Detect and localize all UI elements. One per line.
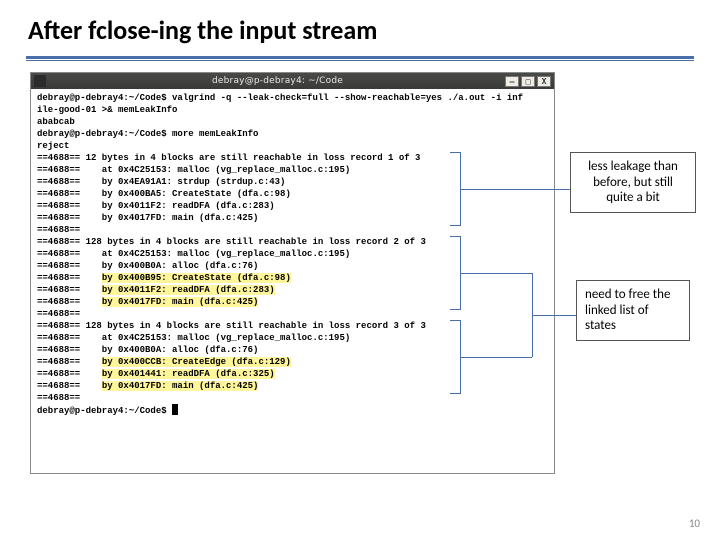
maximize-button[interactable]: □ bbox=[521, 76, 535, 87]
connector-mid bbox=[472, 273, 532, 274]
callout-top: less leakage than before, but still quit… bbox=[570, 152, 696, 213]
term-line: ==4688== 128 bytes in 4 blocks are still… bbox=[37, 237, 426, 247]
connector-bot bbox=[472, 357, 532, 358]
connector-top bbox=[472, 189, 570, 190]
term-line-highlight: by 0x4017FD: main (dfa.c:425) bbox=[102, 381, 259, 391]
connector-merge-horz bbox=[532, 315, 576, 316]
term-line: debray@p-debray4:~/Code$ bbox=[37, 406, 172, 416]
slide: After fclose-ing the input stream debray… bbox=[0, 0, 720, 540]
terminal-app-icon bbox=[34, 75, 46, 87]
term-line-highlight: by 0x4011F2: readDFA (dfa.c:283) bbox=[102, 285, 275, 295]
term-line-highlight: by 0x400B95: CreateState (dfa.c:98) bbox=[102, 273, 291, 283]
term-line: ==4688== bbox=[37, 309, 80, 319]
term-line: ==4688== bbox=[37, 393, 80, 403]
slide-number: 10 bbox=[689, 517, 700, 530]
term-line: ==4688== bbox=[37, 225, 80, 235]
term-line: ==4688== by 0x400B0A: alloc (dfa.c:76) bbox=[37, 261, 258, 271]
slide-title: After fclose-ing the input stream bbox=[28, 14, 377, 46]
titlebar: debray@p-debray4: ~/Code – □ X bbox=[31, 73, 554, 89]
term-line: ==4688== bbox=[37, 285, 102, 295]
term-line: ==4688== at 0x4C25153: malloc (vg_replac… bbox=[37, 333, 350, 343]
term-line: debray@p-debray4:~/Code$ valgrind -q --l… bbox=[37, 93, 523, 103]
term-line: ==4688== bbox=[37, 357, 102, 367]
term-line-highlight: by 0x4017FD: main (dfa.c:425) bbox=[102, 297, 259, 307]
minimize-button[interactable]: – bbox=[505, 76, 519, 87]
cursor-icon bbox=[172, 404, 178, 415]
title-rule-thin bbox=[26, 60, 694, 61]
term-line: ==4688== at 0x4C25153: malloc (vg_replac… bbox=[37, 249, 350, 259]
close-button[interactable]: X bbox=[537, 76, 551, 87]
titlebar-text: debray@p-debray4: ~/Code bbox=[50, 76, 505, 86]
term-line: ==4688== bbox=[37, 297, 102, 307]
title-rule bbox=[26, 56, 694, 59]
term-line: ==4688== at 0x4C25153: malloc (vg_replac… bbox=[37, 165, 350, 175]
term-line: ==4688== by 0x4011F2: readDFA (dfa.c:283… bbox=[37, 201, 275, 211]
term-line: ==4688== 12 bytes in 4 blocks are still … bbox=[37, 153, 420, 163]
term-line: debray@p-debray4:~/Code$ more memLeakInf… bbox=[37, 129, 258, 139]
term-line: ==4688== by 0x400B0A: alloc (dfa.c:76) bbox=[37, 345, 258, 355]
term-line: ==4688== by 0x4017FD: main (dfa.c:425) bbox=[37, 213, 258, 223]
term-line-highlight: by 0x401441: readDFA (dfa.c:325) bbox=[102, 369, 275, 379]
terminal-output: debray@p-debray4:~/Code$ valgrind -q --l… bbox=[31, 89, 554, 420]
term-line: ==4688== by 0x400BA5: CreateState (dfa.c… bbox=[37, 189, 291, 199]
term-line-highlight: by 0x400CCB: CreateEdge (dfa.c:129) bbox=[102, 357, 291, 367]
term-line: reject bbox=[37, 141, 69, 151]
term-line: ==4688== bbox=[37, 369, 102, 379]
term-line: ile-good-01 >& memLeakInfo bbox=[37, 105, 177, 115]
term-line: ==4688== bbox=[37, 273, 102, 283]
window-controls: – □ X bbox=[505, 76, 554, 87]
term-line: ==4688== 128 bytes in 4 blocks are still… bbox=[37, 321, 426, 331]
term-line: ababcab bbox=[37, 117, 75, 127]
term-line: ==4688== bbox=[37, 381, 102, 391]
callout-bottom: need to free the linked list of states bbox=[576, 280, 690, 341]
term-line: ==4688== by 0x4EA91A1: strdup (strdup.c:… bbox=[37, 177, 285, 187]
